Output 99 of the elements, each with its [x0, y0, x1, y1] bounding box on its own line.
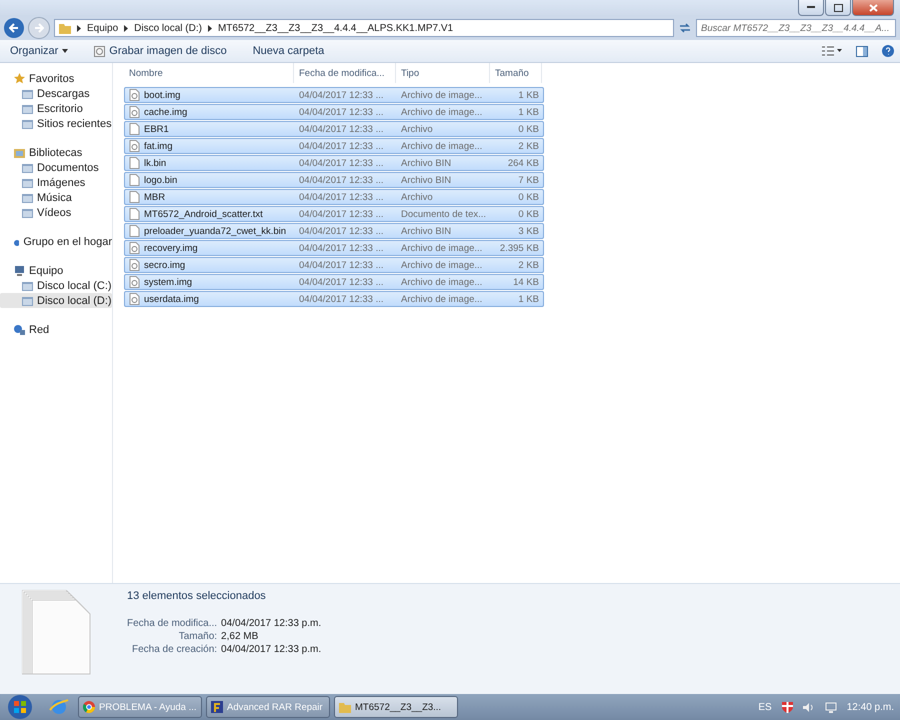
file-row[interactable]: boot.img 04/04/2017 12:33 ... Archivo de image... 1 KB	[124, 87, 544, 103]
file-name: cache.img	[144, 106, 188, 118]
table-cell: Archivo BIN	[401, 174, 452, 186]
table-cell: 04/04/2017 12:33 ...	[299, 226, 384, 236]
table-cell: 04/04/2017 12:33 ...	[299, 260, 384, 270]
table-cell: 3 KB	[518, 226, 539, 236]
sidebar-item[interactable]: Descargas	[0, 86, 112, 101]
table-cell: 04/04/2017 12:33 ...	[299, 276, 384, 288]
column-header[interactable]: Tipo	[396, 63, 490, 83]
file-name: MBR	[144, 192, 166, 202]
file-row[interactable]: cache.img 04/04/2017 12:33 ... Archivo de image... 1 KB	[124, 104, 544, 120]
column-header[interactable]: Fecha de modifica...	[294, 63, 396, 83]
file-row[interactable]: lk.bin 04/04/2017 12:33 ... Archivo BIN 264 KB	[124, 155, 544, 171]
column-header[interactable]: Tamaño	[490, 63, 542, 83]
sidebar-item[interactable]: Música	[0, 190, 112, 205]
detail-label: Fecha de creación:	[130, 644, 218, 655]
table-cell: 7 KB	[518, 174, 539, 186]
table-cell: Archivo	[401, 192, 433, 202]
file-name: boot.img	[144, 90, 180, 100]
sidebar-item[interactable]: Escritorio	[0, 101, 112, 116]
table-cell: 2.395 KB	[500, 242, 539, 254]
table-cell: Archivo de image...	[401, 90, 482, 100]
file-name: recovery.img	[144, 242, 198, 254]
table-cell: 0 KB	[518, 208, 539, 220]
taskbar-button[interactable]: MT6572__Z3__Z3...	[334, 696, 458, 718]
table-cell: 2 KB	[518, 140, 539, 152]
sidebar-item[interactable]: Favoritos	[0, 71, 112, 86]
table-cell: Archivo BIN	[401, 226, 452, 236]
file-name: userdata.img	[144, 294, 199, 304]
detail-value: 04/04/2017 12:33 p.m.	[221, 644, 322, 655]
table-cell: 1 KB	[518, 294, 539, 304]
table-cell: Archivo de image...	[401, 276, 482, 288]
file-name: EBR1	[144, 124, 169, 134]
file-name: logo.bin	[144, 174, 178, 186]
toolbar-button[interactable]: Nueva carpeta	[248, 43, 328, 59]
sidebar-item[interactable]: Sitios recientes	[0, 116, 112, 131]
table-cell: Archivo BIN	[401, 158, 452, 168]
breadcrumb[interactable]: Equipo	[87, 22, 118, 34]
sidebar-item[interactable]: Disco local (C:)	[0, 278, 112, 293]
table-cell: 04/04/2017 12:33 ...	[299, 158, 384, 168]
search-field[interactable]: Buscar MT6572__Z3__Z3__Z3__4.4.4__A...	[696, 19, 896, 37]
file-row[interactable]: logo.bin 04/04/2017 12:33 ... Archivo BIN 7 KB	[124, 172, 544, 188]
sidebar-item[interactable]: Bibliotecas	[0, 145, 112, 160]
sidebar-item[interactable]: Equipo	[0, 263, 112, 278]
table-cell: 0 KB	[518, 192, 539, 202]
table-cell: 14 KB	[513, 276, 539, 288]
file-name: fat.img	[144, 140, 173, 152]
table-cell: Archivo de image...	[401, 140, 482, 152]
table-cell: 04/04/2017 12:33 ...	[299, 192, 384, 202]
selection-count: 13 elementos seleccionados	[127, 590, 267, 602]
table-cell: Archivo de image...	[401, 242, 482, 254]
table-cell: 04/04/2017 12:33 ...	[299, 140, 384, 152]
table-cell: 04/04/2017 12:33 ...	[299, 208, 384, 220]
table-cell: 264 KB	[508, 158, 539, 168]
table-cell: 1 KB	[518, 106, 539, 118]
table-cell: 04/04/2017 12:33 ...	[299, 90, 384, 100]
file-row[interactable]: EBR1 04/04/2017 12:33 ... Archivo 0 KB	[124, 121, 544, 137]
table-cell: 2 KB	[518, 260, 539, 270]
detail-value: 2,62 MB	[221, 631, 260, 642]
sidebar-item[interactable]: Red	[0, 322, 112, 337]
file-name: lk.bin	[144, 158, 166, 168]
file-name: MT6572_Android_scatter.txt	[144, 208, 263, 220]
table-cell: 04/04/2017 12:33 ...	[299, 174, 384, 186]
detail-value: 04/04/2017 12:33 p.m.	[221, 618, 322, 629]
toolbar-button[interactable]: Organizar	[6, 43, 72, 59]
table-cell: Archivo de image...	[401, 260, 482, 270]
file-name: preloader_yuanda72_cwet_kk.bin	[144, 226, 286, 236]
file-row[interactable]: secro.img 04/04/2017 12:33 ... Archivo de image... 2 KB	[124, 257, 544, 273]
toolbar-button[interactable]: Grabar imagen de disco	[90, 43, 231, 59]
file-row[interactable]: recovery.img 04/04/2017 12:33 ... Archivo de image... 2.395 KB	[124, 240, 544, 256]
table-cell: 04/04/2017 12:33 ...	[299, 294, 384, 304]
table-cell: Archivo de image...	[401, 106, 482, 118]
table-cell: Documento de tex...	[401, 208, 486, 220]
detail-label: Tamaño:	[178, 631, 218, 642]
file-name: secro.img	[144, 260, 186, 270]
sidebar-item[interactable]: Documentos	[0, 160, 112, 175]
table-cell: 04/04/2017 12:33 ...	[299, 124, 384, 134]
table-cell: 04/04/2017 12:33 ...	[299, 242, 384, 254]
file-name: system.img	[144, 276, 192, 288]
address-bar[interactable]: Equipo Disco local (D:) MT6572__Z3__Z3__Z3__4.4.4__ALPS.KK1.MP7.V1	[54, 19, 674, 37]
table-cell: 0 KB	[518, 124, 539, 134]
file-row[interactable]: MBR 04/04/2017 12:33 ... Archivo 0 KB	[124, 189, 544, 205]
file-row[interactable]: system.img 04/04/2017 12:33 ... Archivo de image... 14 KB	[124, 274, 544, 290]
sidebar-item[interactable]: Grupo en el hogar	[0, 234, 112, 249]
column-header[interactable]: Nombre	[124, 63, 294, 83]
sidebar-item[interactable]: Disco local (D:)	[0, 293, 112, 308]
table-cell: Archivo	[401, 124, 433, 134]
file-row[interactable]: MT6572_Android_scatter.txt 04/04/2017 12:33 ... Documento de tex... 0 KB	[124, 206, 544, 222]
file-row[interactable]: userdata.img 04/04/2017 12:33 ... Archivo de image... 1 KB	[124, 291, 544, 307]
breadcrumb[interactable]: Disco local (D:)	[134, 22, 202, 34]
table-cell: 04/04/2017 12:33 ...	[299, 106, 384, 118]
detail-label: Fecha de modifica...	[127, 618, 218, 629]
table-cell: 1 KB	[518, 90, 539, 100]
table-cell: Archivo de image...	[401, 294, 482, 304]
breadcrumb[interactable]: MT6572__Z3__Z3__Z3__4.4.4__ALPS.KK1.MP7.V1	[218, 22, 454, 34]
sidebar-item[interactable]: Vídeos	[0, 205, 112, 220]
sidebar-item[interactable]: Imágenes	[0, 175, 112, 190]
file-row[interactable]: fat.img 04/04/2017 12:33 ... Archivo de image... 2 KB	[124, 138, 544, 154]
file-row[interactable]: preloader_yuanda72_cwet_kk.bin 04/04/2017 12:33 ... Archivo BIN 3 KB	[124, 223, 544, 239]
